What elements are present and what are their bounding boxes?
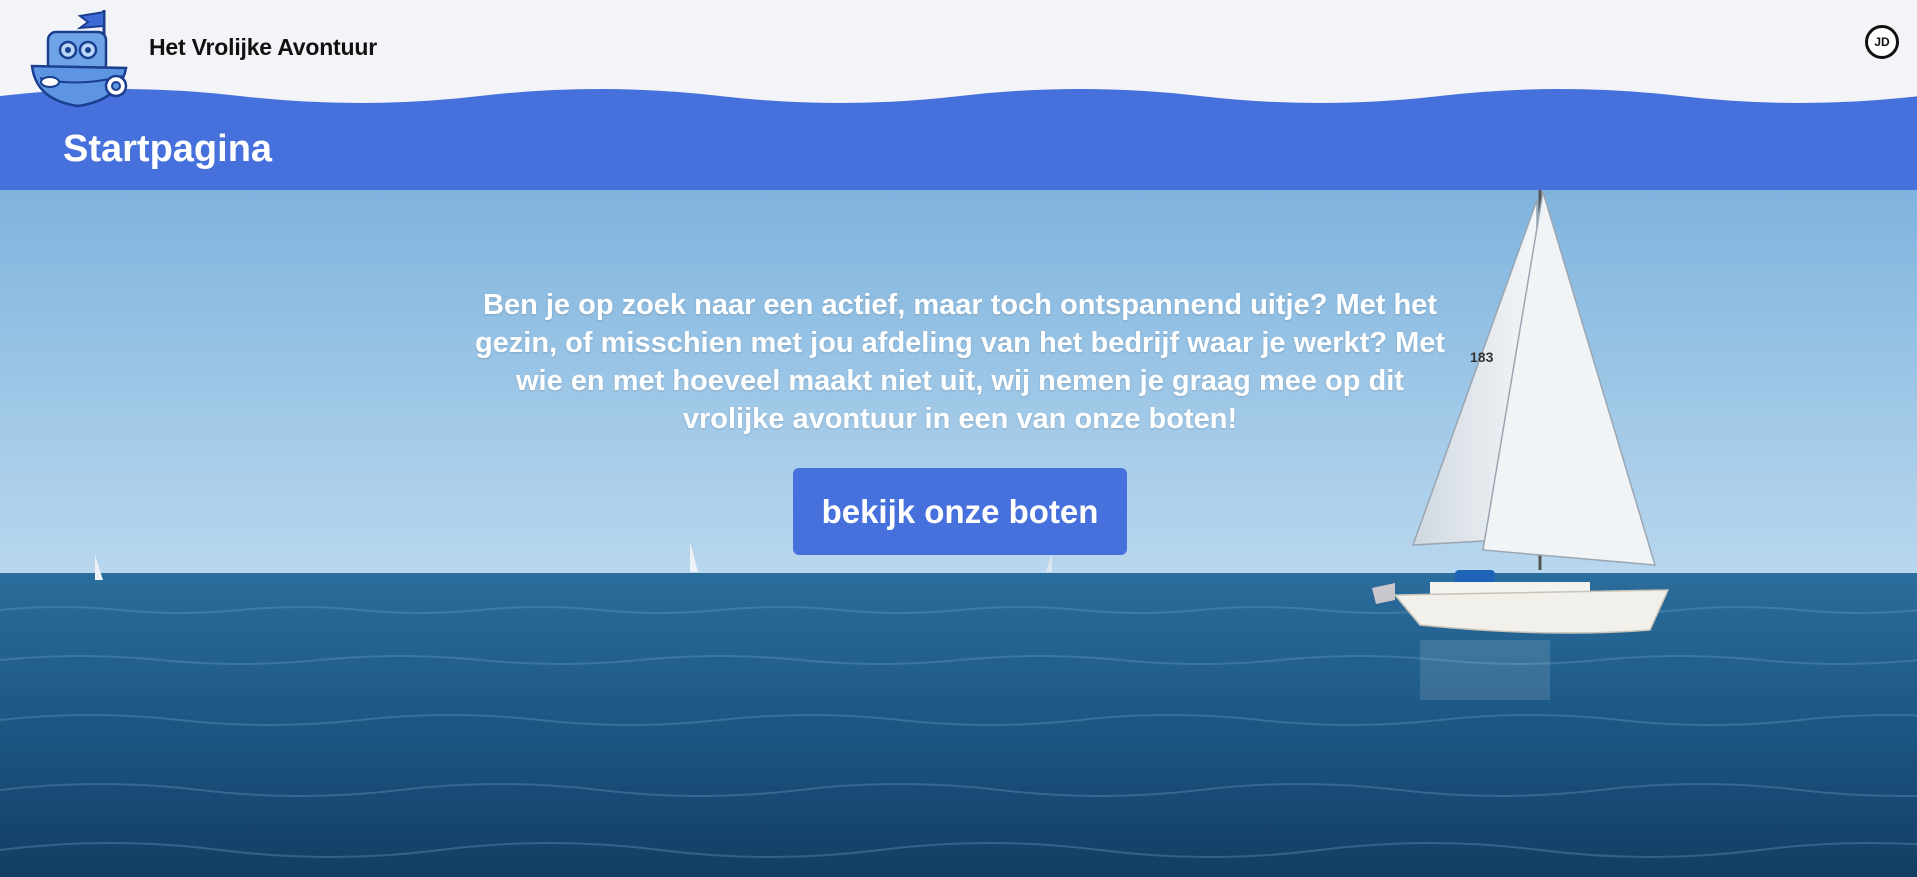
page-title: Startpagina (63, 128, 273, 170)
site-title[interactable]: Het Vrolijke Avontuur (149, 34, 377, 61)
hero-intro-text: Ben je op zoek naar een actief, maar toc… (474, 289, 1446, 435)
hero-section: 183 Ben je op zoek naar een actief, maar… (0, 190, 1917, 877)
top-bar: Het Vrolijke Avontuur JD (0, 0, 1917, 108)
user-avatar[interactable]: JD (1865, 25, 1899, 59)
sail-number: 183 (1470, 349, 1494, 365)
boat-mascot-icon[interactable] (28, 6, 132, 110)
view-boats-button[interactable]: bekijk onze boten (793, 468, 1127, 555)
page-banner (0, 110, 1917, 190)
